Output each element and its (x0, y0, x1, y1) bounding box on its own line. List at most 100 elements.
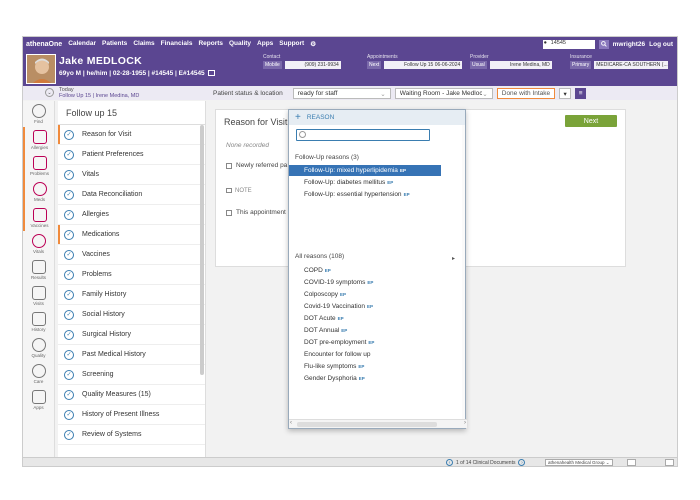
hand-icon (32, 130, 47, 144)
chevron-down-icon: ⌄ (380, 90, 386, 98)
rail-problems[interactable]: Problems (23, 153, 54, 179)
newly-referred-checkbox[interactable]: Newly referred pa (226, 162, 287, 169)
option-dot-annual[interactable]: DOT Annual EP (289, 325, 441, 336)
nav-surgical-history[interactable]: ✓ Surgical History (58, 325, 205, 345)
nav-data-reconciliation[interactable]: ✓ Data Reconciliation (58, 185, 205, 205)
nav-allergies[interactable]: ✓ Allergies (58, 205, 205, 225)
rail-visits[interactable]: Visits (23, 283, 54, 309)
note-button[interactable]: NOTE (226, 188, 252, 194)
check-circle-icon: ✓ (64, 429, 74, 440)
patient-location-select[interactable]: Waiting Room - Jake Medlocl ⌄ (394, 88, 493, 99)
patient-status-select[interactable]: ready for staff ⌄ (292, 88, 391, 99)
rail-find[interactable]: Find (23, 101, 54, 127)
next-document-icon[interactable]: › (518, 459, 526, 466)
nav-calendar[interactable]: Calendar (68, 40, 96, 48)
option-gender-dysphoria[interactable]: Gender Dysphoria EP (289, 373, 441, 384)
nav-financials[interactable]: Financials (161, 40, 193, 48)
option-copd[interactable]: COPD EP (289, 265, 441, 276)
nav-vitals[interactable]: ✓ Vitals (58, 165, 205, 185)
scroll-thumb[interactable] (297, 422, 437, 427)
department-select[interactable]: athenahealth Medical Group ⌄ (545, 459, 613, 466)
nav-apps[interactable]: Apps (257, 40, 273, 48)
logout-link[interactable]: Log out (649, 41, 673, 48)
next-button[interactable]: Next (565, 115, 617, 127)
nav-quality-measures[interactable]: ✓ Quality Measures (15) (58, 385, 205, 405)
nav-patients[interactable]: Patients (102, 40, 127, 48)
window-icon[interactable] (665, 459, 674, 466)
option-followup-hyperlipidemia[interactable]: Follow-Up: mixed hyperlipidemia EP (289, 165, 441, 176)
patient-name[interactable]: Jake MEDLOCK (59, 55, 142, 67)
rail-care[interactable]: Care (23, 361, 54, 387)
id-card-icon[interactable] (208, 70, 216, 77)
check-circle-icon: ✓ (64, 229, 74, 240)
syringe-icon (32, 208, 47, 222)
nav-reports[interactable]: Reports (198, 40, 223, 48)
patient-photo[interactable] (26, 54, 56, 84)
nav-past-medical-history[interactable]: ✓ Past Medical History (58, 345, 205, 365)
option-dot-acute[interactable]: DOT Acute EP (289, 313, 441, 324)
nav-patient-preferences[interactable]: ✓ Patient Preferences (58, 145, 205, 165)
bottom-status-bar: ‹ 1 of 14 Clinical Documents › athenahea… (23, 457, 677, 466)
nav-social-history[interactable]: ✓ Social History (58, 305, 205, 325)
hamburger-menu-icon[interactable]: ≡ (575, 88, 587, 99)
dropdown-horizontal-scrollbar[interactable]: ‹ › (289, 419, 467, 428)
reason-search-input[interactable] (296, 129, 430, 141)
settings-gear-icon[interactable]: ⚙ (310, 40, 316, 48)
nav-scrollbar[interactable] (200, 125, 204, 375)
option-followup-diabetes[interactable]: Follow-Up: diabetes mellitus EP (289, 177, 441, 188)
usual-provider[interactable]: Irene Medina, MD (489, 61, 552, 69)
option-flu-like-symptoms[interactable]: Flu-like symptoms EP (289, 361, 441, 372)
appointments-box: Appointments Next Follow Up 15 06-06-202… (367, 54, 463, 69)
nav-review-of-systems[interactable]: ✓ Review of Systems (58, 425, 205, 445)
pill-icon (32, 182, 47, 196)
option-dot-pre-employment[interactable]: DOT pre-employment EP (289, 337, 441, 348)
rail-vaccines[interactable]: Vaccines (23, 205, 54, 231)
rail-allergies[interactable]: Allergies (23, 127, 54, 153)
expand-chevron-icon[interactable]: ⌄ (45, 88, 54, 97)
nav-claims[interactable]: Claims (133, 40, 154, 48)
username[interactable]: mwright26 (613, 41, 646, 48)
contact-phone[interactable]: (909) 231-9934 (284, 61, 341, 69)
nav-problems[interactable]: ✓ Problems (58, 265, 205, 285)
nav-screening[interactable]: ✓ Screening (58, 365, 205, 385)
nav-family-history[interactable]: ✓ Family History (58, 285, 205, 305)
option-encounter-follow-up[interactable]: Encounter for follow up (289, 349, 441, 360)
nav-history-of-present-illness[interactable]: ✓ History of Present Illness (58, 405, 205, 425)
this-appointment-checkbox[interactable]: This appointment (226, 209, 286, 216)
nav-vaccines[interactable]: ✓ Vaccines (58, 245, 205, 265)
option-followup-hypertension[interactable]: Follow-Up: essential hypertension EP (289, 189, 441, 200)
print-icon[interactable] (627, 459, 636, 466)
rail-history[interactable]: History (23, 309, 54, 335)
nav-quality[interactable]: Quality (229, 40, 251, 48)
section-title: Reason for Visit (224, 117, 288, 127)
rail-quality[interactable]: Quality (23, 335, 54, 361)
rail-vitals[interactable]: Vitals (23, 231, 54, 257)
option-covid-vaccination[interactable]: Covid-19 Vaccination EP (289, 301, 441, 312)
option-covid-symptoms[interactable]: COVID-19 symptoms EP (289, 277, 441, 288)
prev-document-icon[interactable]: ‹ (446, 459, 453, 466)
nav-support[interactable]: Support (279, 40, 304, 48)
option-colposcopy[interactable]: Colposcopy EP (289, 289, 441, 300)
rail-apps[interactable]: Apps (23, 387, 54, 413)
primary-insurance[interactable]: MEDICARE-CA SOUTHERN (... (594, 61, 669, 69)
encounter-title: Follow up 15 (58, 101, 205, 125)
nav-reason-for-visit[interactable]: ✓ Reason for Visit (58, 125, 205, 145)
patient-search-input[interactable]: ● 14545 (542, 39, 595, 49)
nav-medications[interactable]: ✓ Medications (58, 225, 205, 245)
done-options-caret-icon[interactable]: ▾ (559, 88, 572, 99)
add-reason-header[interactable]: + REASON (289, 110, 465, 125)
dropdown-vertical-scrollbar[interactable] (462, 125, 465, 421)
search-button[interactable] (598, 39, 609, 49)
encounter-link[interactable]: Follow Up 15 | Irene Medina, MD (59, 93, 139, 99)
next-appointment[interactable]: Follow Up 15 06-06-2024 (384, 61, 463, 69)
all-reasons-heading[interactable]: All reasons (108) (295, 253, 344, 260)
athena-logo[interactable]: athenaOne (23, 41, 68, 48)
encounter-section-nav: Follow up 15 ✓ Reason for Visit ✓ Patient … (58, 101, 206, 466)
scroll-right-icon[interactable]: › (464, 420, 466, 426)
rail-results[interactable]: Results (23, 257, 54, 283)
rail-meds[interactable]: Meds (23, 179, 54, 205)
chevron-right-icon[interactable]: ▸ (452, 255, 455, 262)
check-circle-icon: ✓ (64, 389, 74, 400)
scroll-left-icon[interactable]: ‹ (290, 420, 292, 426)
done-with-intake-button[interactable]: Done with Intake (496, 88, 556, 99)
